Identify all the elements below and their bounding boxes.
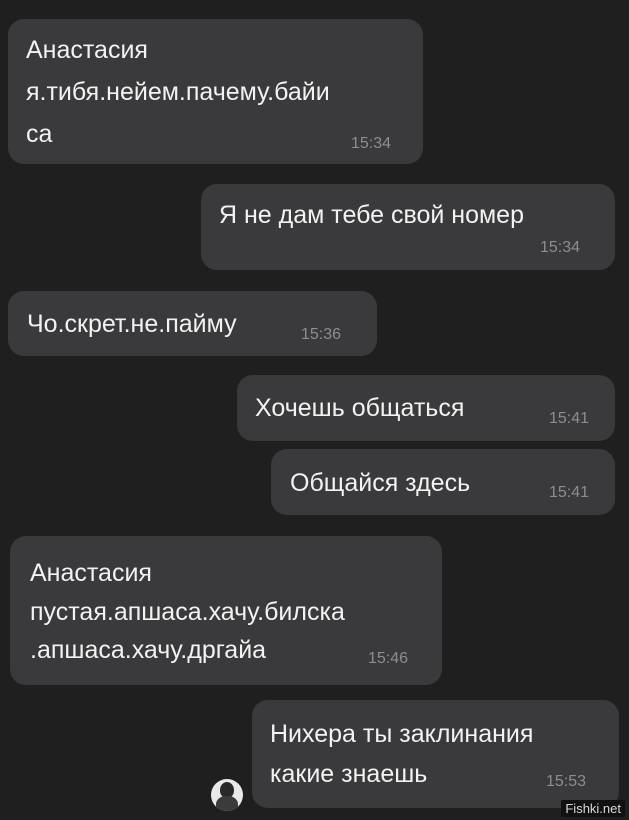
message-text: Общайся здесь <box>290 469 471 497</box>
message-text: пустая.апшаса.хачу.билска <box>30 598 345 626</box>
watermark: Fishki.net <box>561 800 625 817</box>
message-text: я.тибя.нейем.пачему.байи <box>26 78 330 106</box>
user-avatar-icon[interactable] <box>211 779 243 811</box>
message-text: Хочешь общаться <box>255 394 465 422</box>
message-time: 15:46 <box>368 650 409 667</box>
message-time: 15:34 <box>540 239 581 256</box>
message-text: Я не дам тебе свой номер <box>219 201 524 229</box>
message-sender: Анастасия <box>30 559 152 587</box>
message-text: Нихера ты заклинания <box>270 720 534 748</box>
message-time: 15:41 <box>549 410 590 427</box>
message-time: 15:34 <box>351 135 392 152</box>
message-time: 15:41 <box>549 484 590 501</box>
message-text: .апшаса.хачу.дргайа <box>30 636 267 664</box>
message-time: 15:53 <box>546 773 587 790</box>
message-time: 15:36 <box>301 326 342 343</box>
message-sender: Анастасия <box>26 36 148 64</box>
message-text: Чо.скрет.не.пайму <box>27 310 237 338</box>
message-text: са <box>26 120 53 148</box>
avatar-torso-shape <box>216 796 238 811</box>
message-text: какие знаешь <box>270 760 428 788</box>
